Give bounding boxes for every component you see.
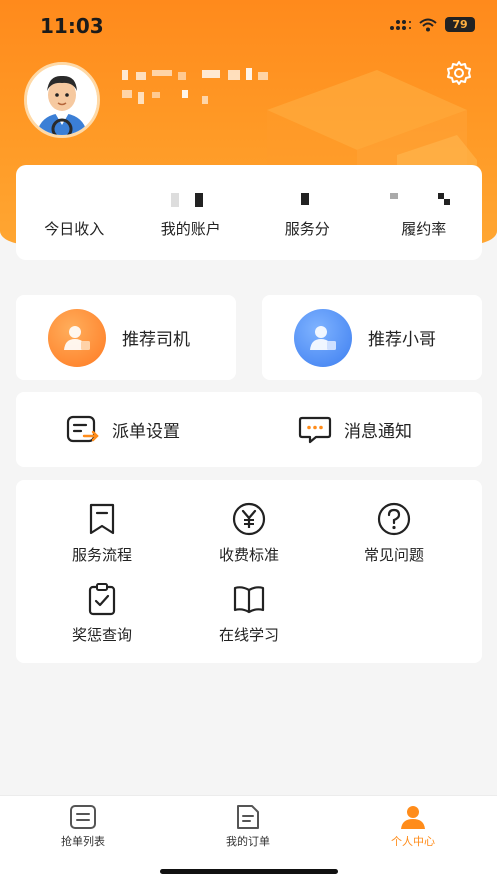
tool-label: 服务流程: [71, 546, 132, 564]
redacted-value: [170, 193, 203, 207]
message-icon: [298, 416, 332, 443]
bookmark-icon: [89, 503, 115, 535]
redacted-value: [389, 193, 450, 205]
question-icon: [377, 502, 411, 536]
stat-service-score[interactable]: 服务分: [249, 165, 366, 260]
tool-faq[interactable]: 常见问题: [334, 502, 454, 565]
dispatch-settings-label: 派单设置: [112, 422, 180, 442]
message-notification-item[interactable]: 消息通知: [298, 392, 412, 467]
tool-label: 常见问题: [363, 546, 424, 564]
recommend-courier-label: 推荐小哥: [368, 330, 436, 350]
tab-label: 个人中心: [391, 835, 435, 848]
wifi-icon: [419, 18, 437, 31]
clipboard-check-icon: [88, 583, 116, 616]
tools-card: 服务流程 收费标准 常见问题 奖惩查询 在线学习: [16, 480, 482, 663]
redacted-value: [301, 193, 309, 205]
message-notification-label: 消息通知: [344, 422, 412, 442]
status-icons: 79: [389, 17, 475, 32]
tool-label: 收费标准: [218, 546, 279, 564]
tab-my-orders[interactable]: 我的订单: [198, 804, 298, 849]
yen-icon: [232, 502, 266, 536]
home-indicator: [160, 869, 338, 874]
stat-label: 今日收入: [44, 220, 105, 238]
recommend-driver-card[interactable]: 推荐司机: [16, 295, 236, 380]
person-icon: [294, 308, 352, 367]
user-icon: [401, 806, 425, 829]
stat-label: 我的账户: [160, 220, 221, 238]
recommend-driver-label: 推荐司机: [122, 330, 190, 350]
tool-fee-standard[interactable]: 收费标准: [189, 502, 309, 565]
battery-indicator: 79: [445, 17, 475, 32]
dispatch-settings-icon: [66, 415, 99, 442]
username-redacted: [122, 68, 268, 104]
redacted-value: [16, 193, 132, 207]
tool-label: 在线学习: [218, 626, 279, 644]
person-icon: [48, 308, 106, 367]
recommend-courier-card[interactable]: 推荐小哥: [262, 295, 482, 380]
status-bar: 11:03 79: [0, 0, 497, 50]
status-time: 11:03: [40, 14, 104, 38]
tab-order-list[interactable]: 抢单列表: [33, 804, 133, 849]
book-icon: [233, 586, 265, 614]
tool-reward-penalty[interactable]: 奖惩查询: [42, 582, 162, 645]
signal-icon: [390, 19, 411, 30]
dispatch-settings-item[interactable]: 派单设置: [66, 392, 180, 467]
driver-avatar-icon: [27, 65, 97, 135]
tab-label: 我的订单: [226, 835, 270, 848]
stat-fulfillment-rate[interactable]: 履约率: [366, 165, 483, 260]
stat-today-income[interactable]: 今日收入: [16, 165, 133, 260]
tab-label: 抢单列表: [61, 835, 105, 848]
stat-label: 履约率: [401, 220, 447, 238]
gear-icon[interactable]: [446, 60, 472, 86]
tool-service-process[interactable]: 服务流程: [42, 502, 162, 565]
tool-label: 奖惩查询: [71, 626, 132, 644]
tab-personal-center[interactable]: 个人中心: [363, 804, 463, 849]
settings-card: 派单设置 消息通知: [16, 392, 482, 467]
avatar[interactable]: [24, 62, 100, 138]
list-icon: [70, 805, 96, 829]
stats-card: 今日收入 我的账户 服务分 履约率: [16, 165, 482, 260]
stat-label: 服务分: [284, 220, 330, 238]
tool-online-learning[interactable]: 在线学习: [189, 582, 309, 645]
order-icon: [237, 805, 259, 829]
stat-my-account[interactable]: 我的账户: [133, 165, 250, 260]
